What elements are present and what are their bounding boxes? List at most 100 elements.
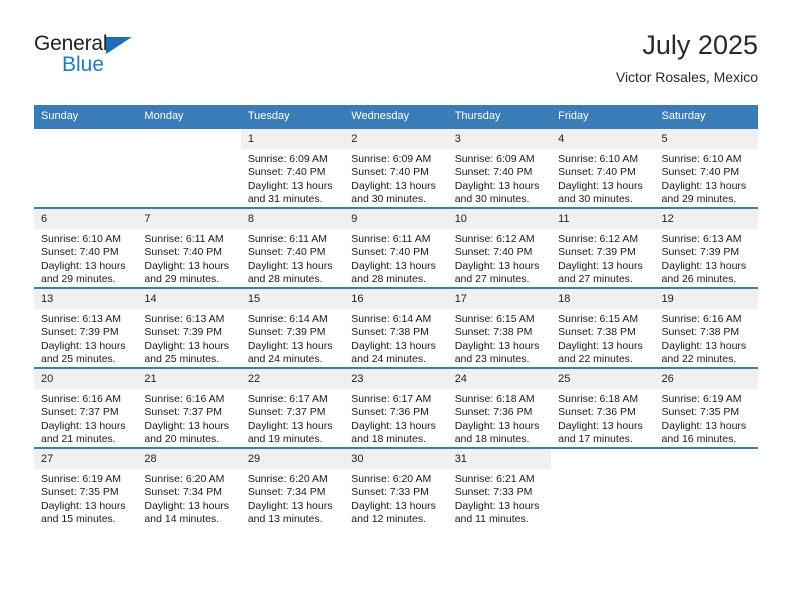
daylight-duration-line2: and 15 minutes. bbox=[41, 513, 116, 526]
calendar-day-cell[interactable]: 13 Sunrise: 6:13 AM Sunset: 7:39 PM Dayligh… bbox=[34, 287, 138, 368]
calendar-day-cell[interactable]: 3 Sunrise: 6:09 AM Sunset: 7:40 PM Daylight… bbox=[447, 127, 552, 208]
day-details: Sunrise: 6:13 AM Sunset: 7:39 PM Daylight:… bbox=[34, 309, 137, 367]
day-number: 15 bbox=[240, 289, 345, 309]
calendar-day-cell[interactable]: 9 Sunrise: 6:11 AM Sunset: 7:40 PM Daylight… bbox=[344, 207, 448, 288]
day-details: Sunrise: 6:09 AM Sunset: 7:40 PM Daylight:… bbox=[241, 149, 344, 207]
weekday-header-thursday: Thursday bbox=[447, 105, 552, 128]
calendar-day-cell[interactable]: 28 Sunrise: 6:20 AM Sunset: 7:34 PM Dayligh… bbox=[137, 447, 241, 527]
calendar-day-cell[interactable]: 27 Sunrise: 6:19 AM Sunset: 7:35 PM Dayligh… bbox=[34, 447, 138, 527]
calendar-day-cell[interactable]: 7 Sunrise: 6:11 AM Sunset: 7:40 PM Daylight… bbox=[137, 207, 241, 288]
day-number: 17 bbox=[447, 289, 552, 309]
day-number: 4 bbox=[551, 129, 655, 149]
sunrise-time: Sunrise: 6:13 AM bbox=[144, 313, 225, 325]
calendar-day-cell[interactable]: 2 Sunrise: 6:09 AM Sunset: 7:40 PM Daylight… bbox=[344, 127, 448, 208]
day-details: Sunrise: 6:14 AM Sunset: 7:38 PM Daylight:… bbox=[344, 309, 447, 367]
calendar-day-cell[interactable]: 12 Sunrise: 6:13 AM Sunset: 7:39 PM Dayligh… bbox=[654, 207, 758, 288]
sunset-time: Sunset: 7:40 PM bbox=[351, 246, 429, 259]
daylight-duration-line1: Daylight: 13 hours bbox=[351, 179, 436, 192]
daylight-duration-line2: and 30 minutes. bbox=[454, 193, 530, 206]
weekday-header-saturday: Saturday bbox=[654, 105, 758, 128]
day-number: 19 bbox=[654, 289, 758, 309]
daylight-duration-line1: Daylight: 13 hours bbox=[247, 179, 333, 192]
sunrise-time: Sunrise: 6:18 AM bbox=[558, 393, 639, 405]
sunrise-time: Sunrise: 6:19 AM bbox=[661, 393, 742, 405]
sunset-time: Sunset: 7:40 PM bbox=[351, 166, 429, 179]
sunset-time: Sunset: 7:38 PM bbox=[661, 326, 740, 339]
sunrise-time: Sunrise: 6:11 AM bbox=[247, 233, 328, 245]
sunrise-time: Sunrise: 6:14 AM bbox=[247, 313, 328, 325]
general-blue-logo[interactable]: General Blue bbox=[34, 32, 154, 82]
calendar-day-cell[interactable]: 31 Sunrise: 6:21 AM Sunset: 7:33 PM Dayligh… bbox=[447, 447, 552, 527]
calendar-day-cell[interactable]: 23 Sunrise: 6:17 AM Sunset: 7:36 PM Dayligh… bbox=[344, 367, 448, 448]
sunset-time: Sunset: 7:34 PM bbox=[247, 486, 326, 499]
day-details: Sunrise: 6:20 AM Sunset: 7:34 PM Daylight:… bbox=[137, 469, 240, 527]
daylight-duration-line1: Daylight: 13 hours bbox=[247, 339, 333, 352]
day-number: 29 bbox=[240, 449, 345, 469]
calendar-day-cell[interactable]: 14 Sunrise: 6:13 AM Sunset: 7:39 PM Dayligh… bbox=[137, 287, 241, 368]
sunset-time: Sunset: 7:40 PM bbox=[454, 246, 533, 259]
daylight-duration-line2: and 11 minutes. bbox=[454, 513, 529, 526]
daylight-duration-line1: Daylight: 13 hours bbox=[661, 419, 747, 432]
daylight-duration-line2: and 20 minutes. bbox=[144, 433, 220, 446]
calendar-day-cell[interactable]: 26 Sunrise: 6:19 AM Sunset: 7:35 PM Dayligh… bbox=[654, 367, 758, 448]
calendar-cell-empty bbox=[654, 447, 758, 527]
sunrise-time: Sunrise: 6:09 AM bbox=[454, 153, 535, 165]
daylight-duration-line1: Daylight: 13 hours bbox=[144, 419, 230, 432]
day-details: Sunrise: 6:21 AM Sunset: 7:33 PM Daylight:… bbox=[448, 469, 551, 527]
sunrise-time: Sunrise: 6:16 AM bbox=[41, 393, 121, 405]
daylight-duration-line2: and 30 minutes. bbox=[351, 193, 426, 206]
daylight-duration-line2: and 21 minutes. bbox=[41, 433, 116, 446]
weekday-header-sunday: Sunday bbox=[34, 105, 138, 128]
day-number: 30 bbox=[344, 449, 448, 469]
calendar-day-cell[interactable]: 29 Sunrise: 6:20 AM Sunset: 7:34 PM Dayligh… bbox=[240, 447, 345, 527]
calendar-day-cell[interactable]: 8 Sunrise: 6:11 AM Sunset: 7:40 PM Daylight… bbox=[240, 207, 345, 288]
calendar-week-row: 6 Sunrise: 6:10 AM Sunset: 7:40 PM Daylight… bbox=[34, 207, 758, 288]
day-number: 8 bbox=[240, 209, 345, 229]
calendar-day-cell[interactable]: 18 Sunrise: 6:15 AM Sunset: 7:38 PM Dayligh… bbox=[551, 287, 655, 368]
calendar-body: 1 Sunrise: 6:09 AM Sunset: 7:40 PM Daylight… bbox=[34, 127, 758, 527]
calendar-day-cell[interactable]: 4 Sunrise: 6:10 AM Sunset: 7:40 PM Daylight… bbox=[551, 127, 655, 208]
daylight-duration-line2: and 26 minutes. bbox=[661, 273, 737, 286]
calendar-day-cell[interactable]: 24 Sunrise: 6:18 AM Sunset: 7:36 PM Dayligh… bbox=[447, 367, 552, 448]
sunset-time: Sunset: 7:38 PM bbox=[454, 326, 533, 339]
day-number: 16 bbox=[344, 289, 448, 309]
calendar-day-cell[interactable]: 30 Sunrise: 6:20 AM Sunset: 7:33 PM Dayligh… bbox=[344, 447, 448, 527]
calendar-day-cell[interactable]: 17 Sunrise: 6:15 AM Sunset: 7:38 PM Dayligh… bbox=[447, 287, 552, 368]
sunrise-time: Sunrise: 6:11 AM bbox=[144, 233, 224, 245]
calendar-day-cell[interactable]: 10 Sunrise: 6:12 AM Sunset: 7:40 PM Dayligh… bbox=[447, 207, 552, 288]
sunset-time: Sunset: 7:40 PM bbox=[247, 166, 326, 179]
calendar-day-cell[interactable]: 19 Sunrise: 6:16 AM Sunset: 7:38 PM Dayligh… bbox=[654, 287, 758, 368]
page-subtitle: Victor Rosales, Mexico bbox=[615, 69, 758, 85]
day-number bbox=[34, 129, 137, 149]
calendar-week-row: 1 Sunrise: 6:09 AM Sunset: 7:40 PM Daylight… bbox=[34, 127, 758, 208]
weekday-header-friday: Friday bbox=[551, 105, 655, 128]
calendar-day-cell[interactable]: 6 Sunrise: 6:10 AM Sunset: 7:40 PM Daylight… bbox=[34, 207, 138, 288]
sunset-time: Sunset: 7:40 PM bbox=[41, 246, 119, 259]
sunset-time: Sunset: 7:38 PM bbox=[558, 326, 636, 339]
calendar-page: General Blue July 2025 Victor Rosales, M… bbox=[0, 0, 792, 612]
calendar-day-cell[interactable]: 5 Sunrise: 6:10 AM Sunset: 7:40 PM Daylight… bbox=[654, 127, 758, 208]
calendar-day-cell[interactable]: 16 Sunrise: 6:14 AM Sunset: 7:38 PM Dayligh… bbox=[344, 287, 448, 368]
sunrise-time: Sunrise: 6:16 AM bbox=[144, 393, 225, 405]
weekday-header-monday: Monday bbox=[137, 105, 241, 128]
sunset-time: Sunset: 7:40 PM bbox=[454, 166, 533, 179]
day-details: Sunrise: 6:10 AM Sunset: 7:40 PM Daylight:… bbox=[655, 149, 758, 207]
sunrise-time: Sunrise: 6:16 AM bbox=[661, 313, 742, 325]
sunrise-time: Sunrise: 6:15 AM bbox=[454, 313, 535, 325]
calendar-day-cell[interactable]: 25 Sunrise: 6:18 AM Sunset: 7:36 PM Dayligh… bbox=[551, 367, 655, 448]
logo-triangle-icon bbox=[106, 37, 132, 54]
daylight-duration-line2: and 29 minutes. bbox=[144, 273, 220, 286]
daylight-duration-line1: Daylight: 13 hours bbox=[351, 259, 436, 272]
day-number: 22 bbox=[240, 369, 345, 389]
day-number: 1 bbox=[240, 129, 345, 149]
calendar-day-cell[interactable]: 21 Sunrise: 6:16 AM Sunset: 7:37 PM Dayligh… bbox=[137, 367, 241, 448]
sunset-time: Sunset: 7:36 PM bbox=[351, 406, 429, 419]
daylight-duration-line1: Daylight: 13 hours bbox=[41, 259, 126, 272]
calendar-day-cell[interactable]: 11 Sunrise: 6:12 AM Sunset: 7:39 PM Dayligh… bbox=[551, 207, 655, 288]
calendar-day-cell[interactable]: 20 Sunrise: 6:16 AM Sunset: 7:37 PM Dayligh… bbox=[34, 367, 138, 448]
calendar-day-cell[interactable]: 1 Sunrise: 6:09 AM Sunset: 7:40 PM Daylight… bbox=[240, 127, 345, 208]
sunrise-time: Sunrise: 6:10 AM bbox=[661, 153, 742, 165]
calendar-day-cell[interactable]: 22 Sunrise: 6:17 AM Sunset: 7:37 PM Dayligh… bbox=[240, 367, 345, 448]
calendar-day-cell[interactable]: 15 Sunrise: 6:14 AM Sunset: 7:39 PM Dayligh… bbox=[240, 287, 345, 368]
daylight-duration-line1: Daylight: 13 hours bbox=[247, 259, 333, 272]
